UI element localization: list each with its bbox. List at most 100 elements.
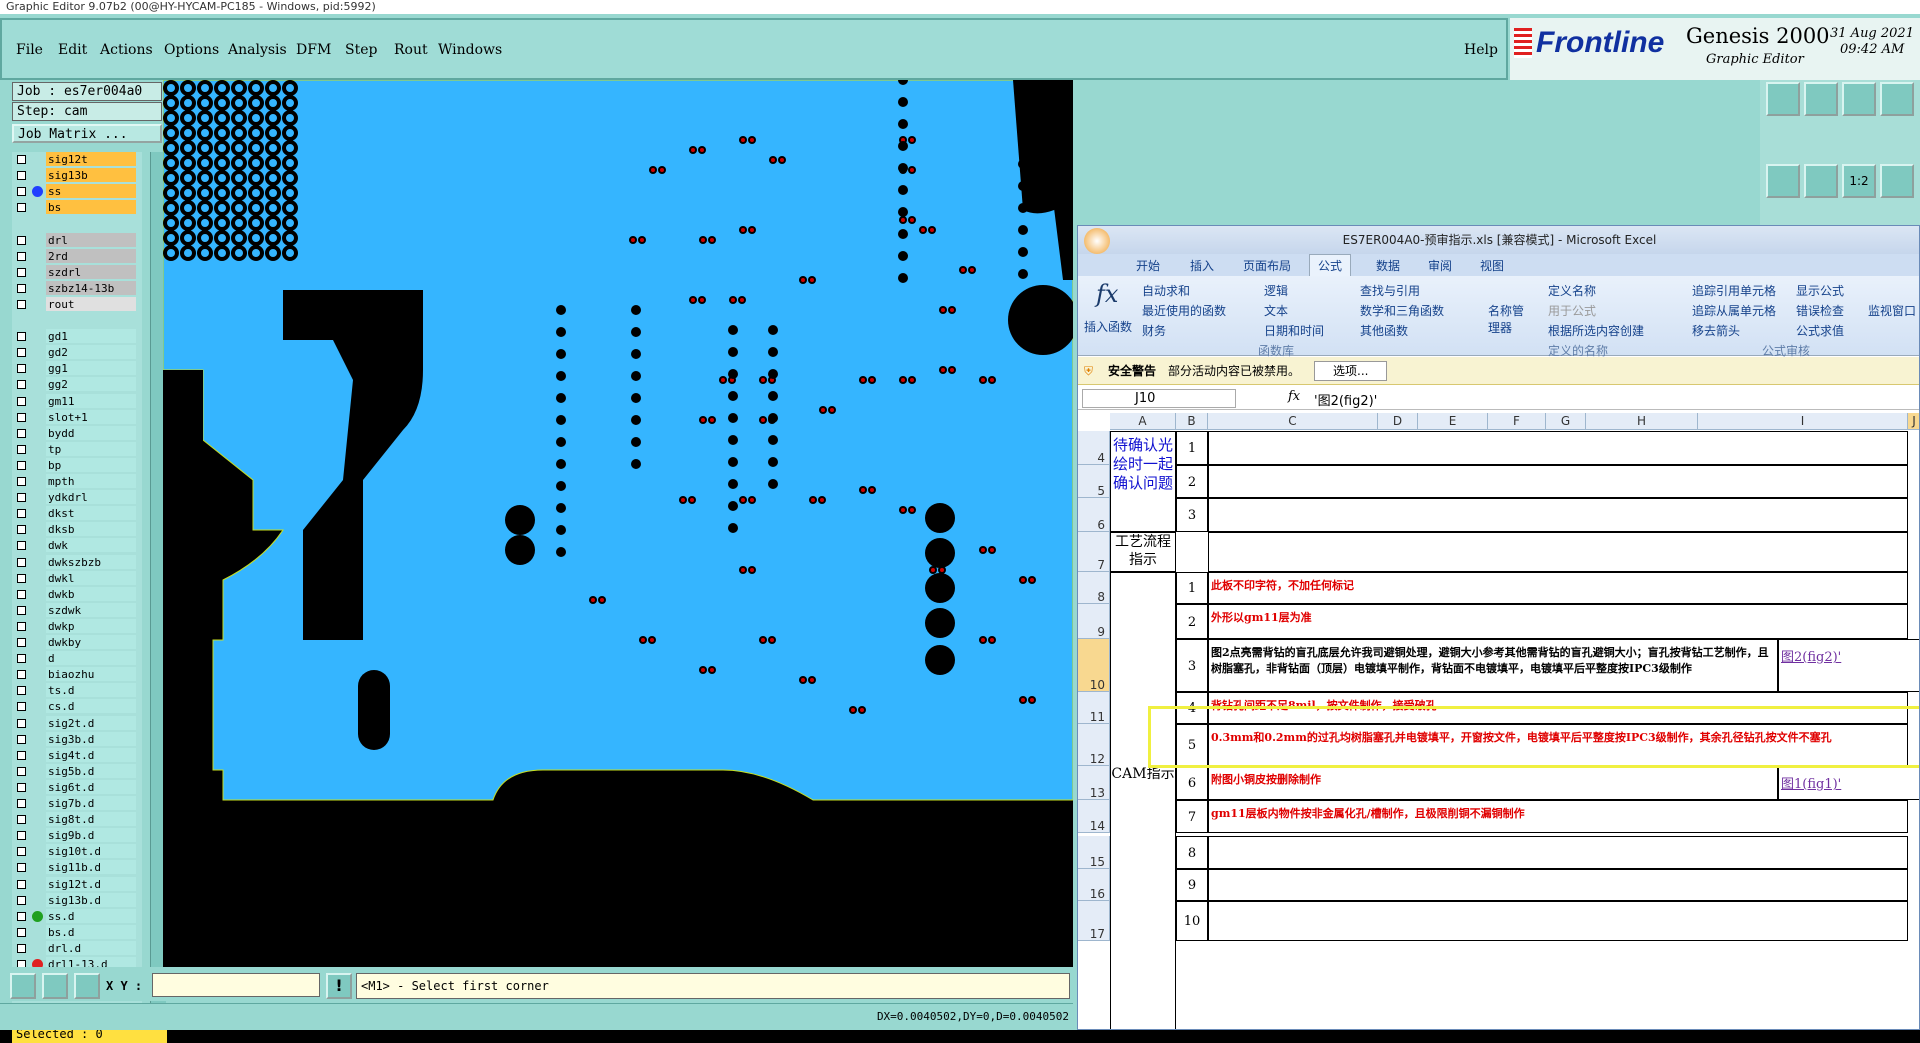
layer-checkbox[interactable] [17, 299, 26, 309]
zoom-in-icon[interactable] [1804, 164, 1838, 198]
layer-checkbox[interactable] [17, 670, 26, 680]
row-header[interactable]: 8 [1078, 572, 1110, 604]
layer-name[interactable]: sig11b.d [46, 860, 136, 875]
layer-checkbox[interactable] [17, 155, 26, 164]
layer-row[interactable]: sig12t.d [12, 876, 142, 892]
layer-name[interactable]: sig12t.d [46, 876, 136, 891]
tool-button-4[interactable] [1880, 82, 1914, 116]
hyperlink-cell[interactable]: 图2(fig2)' [1778, 639, 1919, 692]
menu-windows[interactable]: Windows [438, 42, 502, 58]
layer-checkbox[interactable] [17, 541, 26, 551]
column-header[interactable]: E [1418, 413, 1488, 430]
layer-row[interactable] [12, 313, 142, 328]
layer-name[interactable]: bs [46, 200, 136, 215]
layer-row[interactable]: bs [12, 200, 142, 215]
layer-row[interactable]: dkst [12, 506, 142, 521]
layer-checkbox[interactable] [17, 815, 26, 825]
layer-name[interactable]: ss.d [46, 908, 136, 923]
layer-name[interactable]: dksb [46, 522, 136, 537]
layer-name[interactable]: sig10t.d [46, 844, 136, 859]
layer-row[interactable]: dwk [12, 538, 142, 553]
layer-checkbox[interactable] [17, 171, 26, 181]
show-formulas-button[interactable]: 显示公式 [1796, 282, 1844, 299]
layer-row[interactable]: d [12, 651, 142, 666]
layer-name[interactable]: sig6t.d [46, 779, 136, 794]
cell-b[interactable]: 8 [1176, 836, 1208, 869]
tool-button-2[interactable] [1804, 82, 1838, 116]
layer-checkbox[interactable] [17, 702, 26, 712]
instruction-cell[interactable] [1208, 498, 1908, 532]
layer-row[interactable]: gd1 [12, 329, 142, 344]
layer-name[interactable]: tp [46, 441, 136, 456]
layer-checkbox[interactable] [17, 605, 26, 615]
financial-button[interactable]: 财务 [1142, 322, 1166, 339]
menu-help[interactable]: Help [1464, 42, 1498, 58]
layer-row[interactable]: slot+1 [12, 409, 142, 425]
layer-name[interactable]: ss [46, 184, 136, 199]
layer-row[interactable]: ss [12, 184, 142, 199]
layer-checkbox[interactable] [17, 444, 26, 454]
row-header[interactable]: 14 [1078, 800, 1110, 833]
xy-input[interactable] [152, 973, 320, 997]
layer-row[interactable]: sig13b.d [12, 892, 142, 908]
layer-name[interactable]: mpth [46, 474, 136, 488]
layer-checkbox[interactable] [17, 251, 26, 261]
row-header[interactable]: 6 [1078, 498, 1110, 532]
layer-name[interactable]: gd1 [46, 329, 136, 344]
zoom-fit-icon[interactable] [1766, 164, 1800, 198]
menu-analysis[interactable]: Analysis [228, 42, 287, 58]
layer-name[interactable]: sig13b [46, 168, 136, 183]
layer-name[interactable]: dkst [46, 506, 136, 521]
layer-name[interactable]: dwkp [46, 618, 136, 633]
layer-row[interactable]: gm11 [12, 393, 142, 409]
logical-button[interactable]: 逻辑 [1264, 282, 1288, 299]
layer-row[interactable]: sig8t.d [12, 812, 142, 827]
layer-checkbox[interactable] [17, 654, 26, 664]
remove-arrows-button[interactable]: 移去箭头 [1692, 322, 1740, 339]
layer-name[interactable]: sig7b.d [46, 796, 136, 810]
layer-row[interactable]: rout [12, 296, 142, 312]
layer-name[interactable]: sig13b.d [46, 892, 136, 907]
column-header[interactable]: G [1546, 413, 1586, 430]
layer-checkbox[interactable] [17, 396, 26, 406]
security-options-button[interactable]: 选项... [1314, 361, 1388, 381]
create-from-selection-button[interactable]: 根据所选内容创建 [1548, 322, 1644, 339]
layer-checkbox[interactable] [17, 686, 26, 696]
layer-name[interactable]: d [46, 651, 136, 666]
instruction-cell[interactable]: 附图小铜皮按删除制作 [1208, 766, 1778, 800]
cell-b[interactable]: 1 [1176, 431, 1208, 465]
tab-data[interactable]: 数据 [1376, 257, 1400, 274]
layer-name[interactable]: dwkby [46, 635, 136, 649]
row-header[interactable]: 16 [1078, 869, 1110, 901]
layer-checkbox[interactable] [17, 187, 26, 197]
layer-checkbox[interactable] [17, 766, 26, 776]
row-header[interactable]: 11 [1078, 692, 1110, 724]
layer-row[interactable]: gd2 [12, 345, 142, 360]
layer-checkbox[interactable] [17, 863, 26, 873]
recent-functions-button[interactable]: 最近使用的函数 [1142, 302, 1226, 319]
layer-name[interactable]: ts.d [46, 683, 136, 698]
math-button[interactable]: 数学和三角函数 [1360, 302, 1444, 319]
grid-icon[interactable] [74, 973, 100, 999]
layer-checkbox[interactable] [17, 267, 26, 277]
layer-checkbox[interactable] [17, 203, 26, 213]
home-icon[interactable] [1842, 82, 1876, 116]
instruction-cell[interactable] [1208, 836, 1908, 869]
layer-row[interactable]: szbz14-13b [12, 280, 142, 296]
cell-b[interactable]: 3 [1176, 498, 1208, 532]
layer-row[interactable]: drl.d [12, 940, 142, 956]
layer-row[interactable]: sig13b [12, 168, 142, 183]
cell-b[interactable]: 6 [1176, 766, 1208, 800]
insert-function-button[interactable]: 插入函数 [1084, 318, 1132, 335]
menu-file[interactable]: File [16, 42, 43, 58]
use-in-formula-button[interactable]: 用于公式 [1548, 302, 1596, 319]
more-functions-button[interactable]: 其他函数 [1360, 322, 1408, 339]
cell-b[interactable]: 3 [1176, 639, 1208, 692]
layer-row[interactable]: dwkby [12, 635, 142, 650]
layer-checkbox[interactable] [17, 428, 26, 438]
layer-row[interactable]: sig12t [12, 152, 142, 167]
layer-name[interactable]: bydd [46, 425, 136, 440]
layer-name[interactable]: biaozhu [46, 667, 136, 682]
spreadsheet-grid[interactable]: A B C D E F G H I J 4 1 5 2 6 3 7 8 1 此板不印字符，不加任何标记 9 2 外形以gm1… [1078, 413, 1919, 1029]
layer-name[interactable]: sig12t [46, 152, 136, 166]
